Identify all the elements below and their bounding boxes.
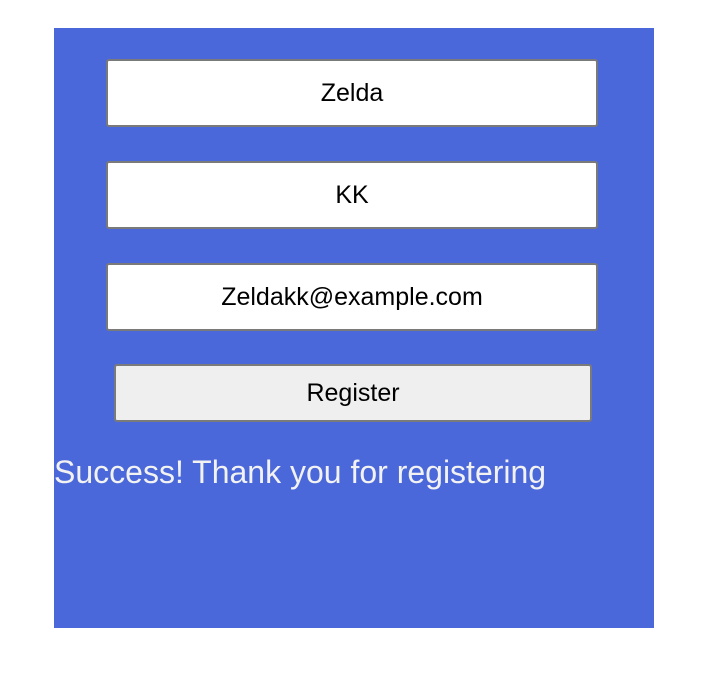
first-name-input[interactable] xyxy=(106,59,598,127)
registration-panel: Register Success! Thank you for register… xyxy=(54,28,654,628)
last-name-input[interactable] xyxy=(106,161,598,229)
success-message: Success! Thank you for registering xyxy=(54,454,547,490)
register-button[interactable]: Register xyxy=(114,364,592,422)
email-input[interactable] xyxy=(106,263,598,331)
